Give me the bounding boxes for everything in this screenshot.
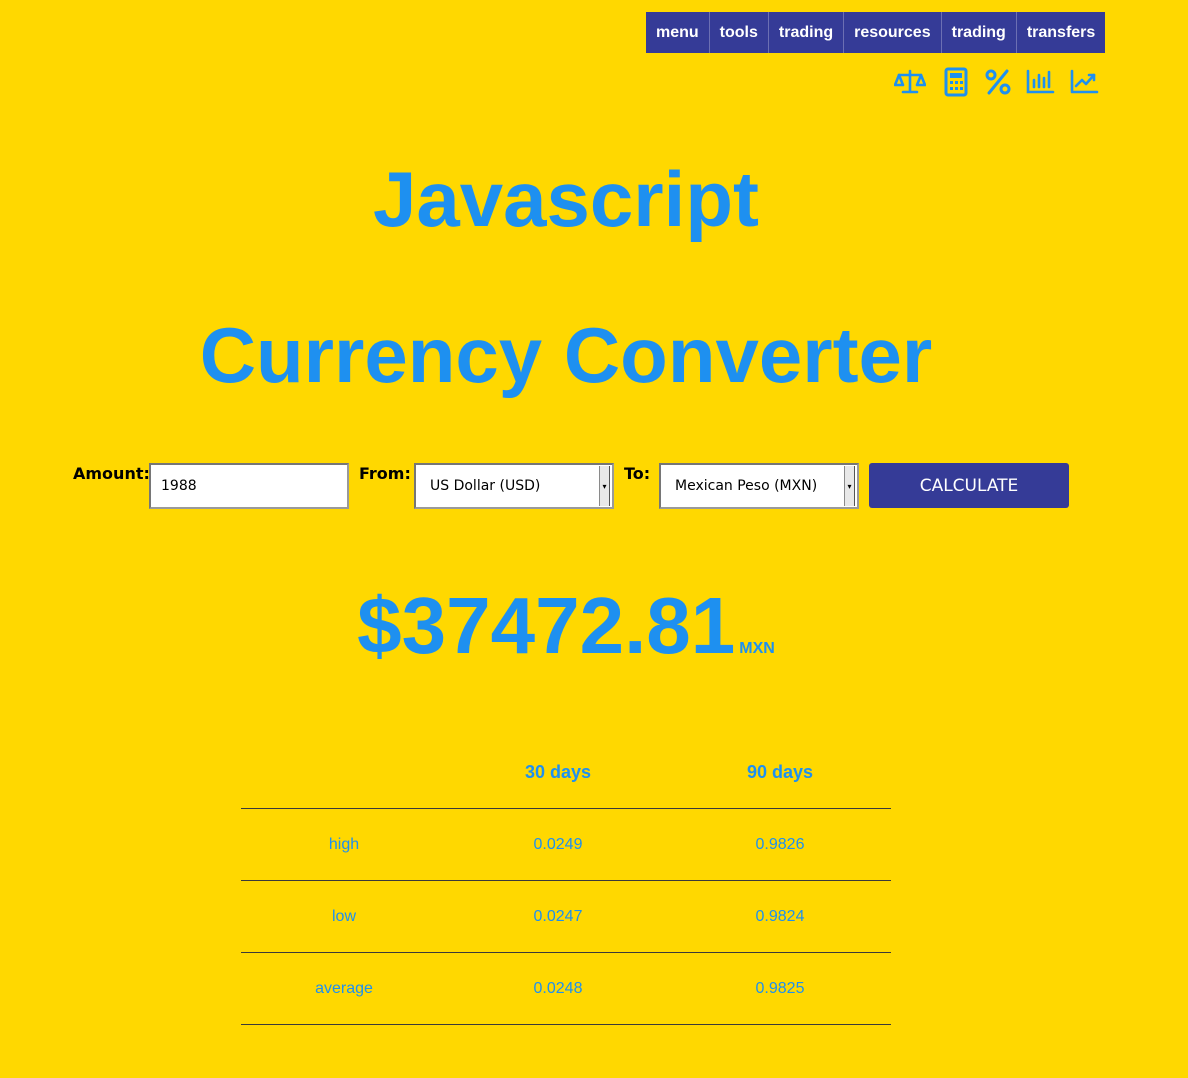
percent-icon[interactable] [982,66,1014,98]
to-label: To: [624,464,651,483]
column-header-30-days: 30 days [447,736,669,809]
table-row: high 0.0249 0.9826 [241,808,891,881]
cell-90-days: 0.9824 [669,880,891,953]
column-header-90-days: 90 days [669,736,891,809]
page-title-line2: Currency Converter [199,311,933,399]
nav-item-menu[interactable]: menu [646,12,710,53]
from-currency-value: US Dollar (USD) [430,478,541,494]
from-currency-select[interactable]: US Dollar (USD) ▾ [414,463,614,509]
bar-chart-icon[interactable] [1024,66,1056,98]
cell-30-days: 0.0247 [447,880,669,953]
result-currency: MXN [739,640,775,657]
conversion-result: $37472.81 MXN [0,580,1132,672]
amount-input[interactable]: 1988 [149,463,349,509]
nav-item-resources[interactable]: resources [844,12,942,53]
result-amount: $37472.81 [357,581,736,670]
cell-90-days: 0.9825 [669,952,891,1025]
table-header-row: 30 days 90 days [241,736,891,809]
table-row: average 0.0248 0.9825 [241,952,891,1025]
tool-icon-bar [894,66,1106,98]
to-currency-value: Mexican Peso (MXN) [675,478,818,494]
nav-item-trading-2[interactable]: trading [941,12,1017,53]
cell-30-days: 0.0249 [447,808,669,881]
balance-scale-icon[interactable] [894,66,926,98]
nav-item-transfers[interactable]: transfers [1016,12,1106,53]
row-label: high [241,808,447,881]
cell-90-days: 0.9826 [669,808,891,881]
line-chart-icon[interactable] [1068,66,1100,98]
chevron-down-icon[interactable]: ▾ [844,466,855,506]
amount-label: Amount: [73,464,150,483]
calculate-button[interactable]: CALCULATE [869,463,1069,508]
top-nav: menu tools trading resources trading tra… [646,12,1106,53]
rate-stats-table: 30 days 90 days high 0.0249 0.9826 low 0… [241,736,891,1025]
cell-30-days: 0.0248 [447,952,669,1025]
nav-item-tools[interactable]: tools [709,12,769,53]
amount-input-value: 1988 [161,478,197,494]
row-label: average [241,952,447,1025]
page-title-line1: Javascript [373,155,759,243]
column-header-empty [241,736,447,809]
chevron-down-icon[interactable]: ▾ [599,466,610,506]
nav-item-trading[interactable]: trading [768,12,845,53]
from-label: From: [359,464,411,483]
table-row: low 0.0247 0.9824 [241,880,891,953]
row-label: low [241,880,447,953]
calculator-icon[interactable] [940,66,972,98]
to-currency-select[interactable]: Mexican Peso (MXN) ▾ [659,463,859,509]
